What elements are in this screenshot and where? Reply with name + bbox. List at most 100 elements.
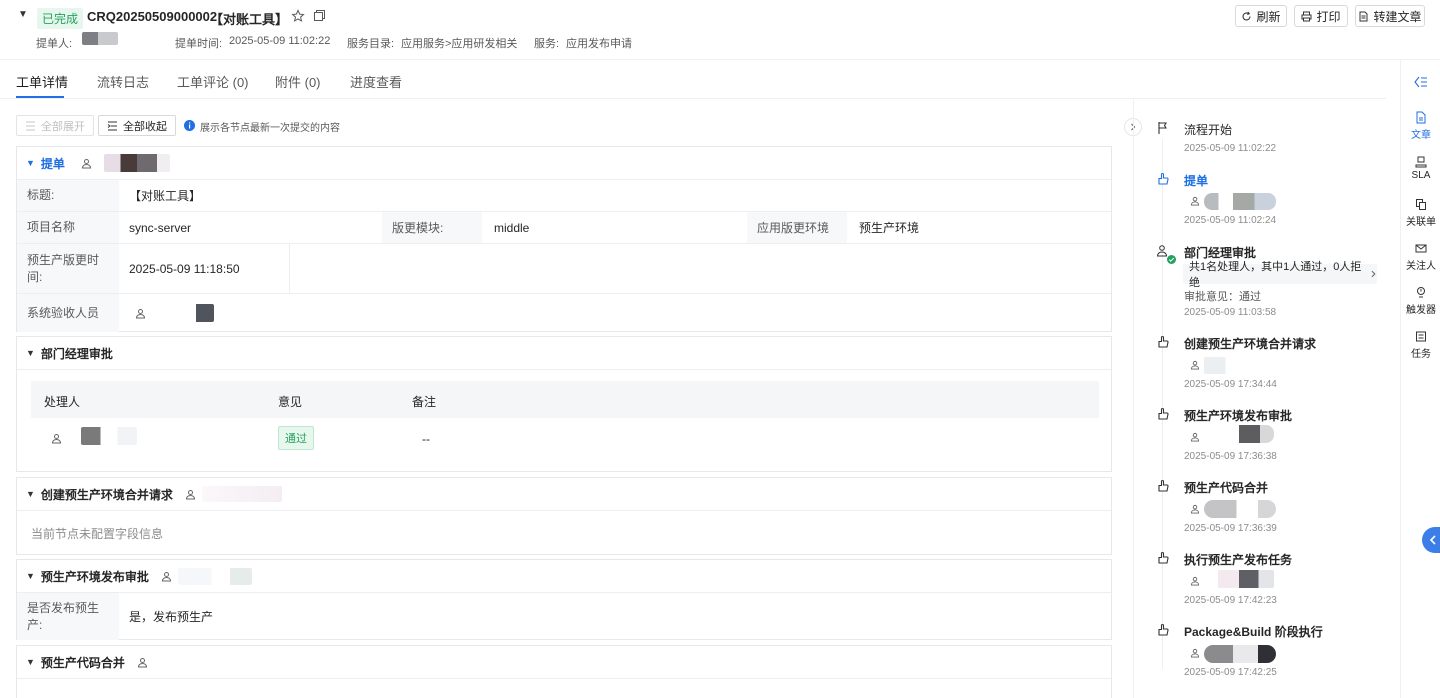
star-icon[interactable] xyxy=(291,9,305,23)
progress-timeline: 流程开始 2025-05-09 11:02:22 提单 2025-05-09 1… xyxy=(1133,99,1386,698)
handler-redacted xyxy=(81,427,137,445)
status-badge: 已完成 xyxy=(37,8,84,29)
print-button[interactable]: 打印 xyxy=(1294,5,1348,27)
collapse-all-button[interactable]: 全部收起 xyxy=(98,115,176,136)
hand-icon xyxy=(1158,407,1169,420)
sla-icon xyxy=(1415,156,1427,168)
project-label: 项目名称 xyxy=(17,212,119,243)
mail-icon xyxy=(1415,244,1427,253)
col-remark: 备注 xyxy=(412,395,437,409)
collapse-caret-icon[interactable]: ▼ xyxy=(18,9,28,20)
check-circle-icon xyxy=(1167,255,1176,264)
col-handler: 处理人 xyxy=(44,395,81,409)
right-side-rail: 文章 SLA 关联单 关注人 触发器 任务 xyxy=(1400,60,1440,698)
convert-article-button[interactable]: 转建文章 xyxy=(1355,5,1425,27)
rail-item-article[interactable]: 文章 xyxy=(1401,111,1440,141)
copy-icon[interactable] xyxy=(313,9,326,22)
submitter-avatar-redacted xyxy=(82,32,118,45)
acceptor-value xyxy=(129,294,214,332)
tab-detail[interactable]: 工单详情 xyxy=(16,72,68,91)
caret-down-icon: ▼ xyxy=(26,489,35,499)
timeline-item-time: 2025-05-09 17:36:39 xyxy=(1184,523,1277,534)
tab-comments[interactable]: 工单评论 (0) xyxy=(177,72,249,91)
expand-all-button[interactable]: 全部展开 xyxy=(16,115,94,136)
user-icon xyxy=(137,657,147,667)
collapse-icon xyxy=(107,121,117,130)
link-doc-icon xyxy=(1416,199,1426,210)
tab-attachments[interactable]: 附件 (0) xyxy=(275,72,321,91)
refresh-button[interactable]: 刷新 xyxy=(1235,5,1287,27)
title-label: 标题: xyxy=(17,180,119,211)
section-code-merge: ▼ 预生产代码合并 xyxy=(16,645,1112,698)
section-submit-header[interactable]: ▼ 提单 xyxy=(17,147,1111,179)
convert-label: 转建文章 xyxy=(1373,9,1422,24)
refresh-icon xyxy=(1242,11,1252,20)
toolbar-hint: 展示各节点最新一次提交的内容 xyxy=(200,123,340,134)
approval-table-header: 处理人 意见 备注 xyxy=(31,381,1099,418)
rail-label: SLA xyxy=(1411,170,1431,181)
section-release-title: 预生产环境发布审批 xyxy=(40,569,149,584)
field-row-project: 项目名称 sync-server 版更模块: middle 应用版更环境 预生产… xyxy=(17,211,1111,243)
section-submit: ▼ 提单 标题: 【对账工具】 项目名称 sync-server 版更模块: m… xyxy=(16,146,1112,332)
table-row: 通过 -- xyxy=(31,418,1099,456)
caret-down-icon: ▼ xyxy=(26,348,35,358)
hand-icon xyxy=(1158,551,1169,564)
env-label: 应用版更环境 xyxy=(747,212,847,243)
rail-item-trigger[interactable]: 触发器 xyxy=(1401,286,1440,316)
timeline-item-title: Package&Build 阶段执行 xyxy=(1184,625,1323,639)
document-icon xyxy=(1359,11,1368,21)
section-dept-approval: ▼ 部门经理审批 处理人 意见 备注 通过 -- xyxy=(16,336,1112,472)
section-code-merge-header[interactable]: ▼ 预生产代码合并 xyxy=(17,646,1111,678)
section-merge-header[interactable]: ▼ 创建预生产环境合并请求 xyxy=(17,478,1111,510)
col-opinion: 意见 xyxy=(278,395,303,409)
ticket-title: 【对账工具】 xyxy=(210,12,289,27)
opinion-badge: 通过 xyxy=(278,426,314,450)
section-dept-header[interactable]: ▼ 部门经理审批 xyxy=(17,337,1111,369)
tab-flow-log[interactable]: 流转日志 xyxy=(97,72,149,91)
row-divider xyxy=(289,244,290,293)
hand-icon xyxy=(1158,623,1169,636)
field-row-acceptor: 系统验收人员 xyxy=(17,293,1111,332)
publish-value: 是，发布预生产 xyxy=(129,610,214,624)
empty-fields-text: 当前节点未配置字段信息 xyxy=(31,527,164,541)
time-value: 2025-05-09 11:18:50 xyxy=(129,261,240,276)
collapse-all-label: 全部收起 xyxy=(123,120,167,133)
rail-item-followers[interactable]: 关注人 xyxy=(1401,242,1440,272)
acceptor-redacted xyxy=(154,304,214,322)
handler-redacted xyxy=(1204,425,1274,443)
service-value: 应用发布申请 xyxy=(566,38,632,50)
user-icon xyxy=(81,158,91,168)
user-icon xyxy=(1190,432,1200,442)
rail-item-sla[interactable]: SLA xyxy=(1401,155,1440,181)
service-label: 服务: xyxy=(534,38,560,50)
timeline-item-title: 流程开始 xyxy=(1184,123,1233,137)
tab-progress[interactable]: 进度查看 xyxy=(350,72,402,91)
rail-item-tasks[interactable]: 任务 xyxy=(1401,330,1440,360)
user-icon xyxy=(185,489,195,499)
user-icon xyxy=(1190,196,1200,206)
handler-redacted xyxy=(201,486,282,502)
caret-down-icon: ▼ xyxy=(26,571,35,581)
chevron-right-icon xyxy=(1371,270,1376,278)
module-value: middle xyxy=(494,220,530,235)
approval-summary-button[interactable]: 共1名处理人，其中1人通过，0人拒绝 xyxy=(1183,261,1377,289)
handler-redacted xyxy=(1204,500,1276,518)
publish-label: 是否发布预生产: xyxy=(17,593,119,640)
task-icon xyxy=(1416,331,1426,342)
rail-item-related[interactable]: 关联单 xyxy=(1401,198,1440,228)
section-release-header[interactable]: ▼ 预生产环境发布审批 xyxy=(17,560,1111,592)
time-label: 预生产版更时间: xyxy=(17,244,119,293)
section-code-merge-title: 预生产代码合并 xyxy=(40,655,125,670)
timeline-item-time: 2025-05-09 11:02:22 xyxy=(1184,143,1277,154)
ticket-id: CRQ20250509000002 xyxy=(87,9,218,24)
info-icon xyxy=(184,120,195,131)
header-divider xyxy=(17,369,1111,370)
collapse-panel-icon[interactable] xyxy=(1414,76,1428,88)
section-submit-title: 提单 xyxy=(40,156,65,171)
timeline-item-time: 2025-05-09 17:36:38 xyxy=(1184,451,1277,462)
header-divider xyxy=(17,510,1111,511)
approval-summary: 共1名处理人，其中1人通过，0人拒绝 xyxy=(1189,261,1362,289)
expand-icon xyxy=(26,121,35,130)
timeline-item-title: 执行预生产发布任务 xyxy=(1184,553,1293,567)
rail-label: 关联单 xyxy=(1406,217,1436,228)
